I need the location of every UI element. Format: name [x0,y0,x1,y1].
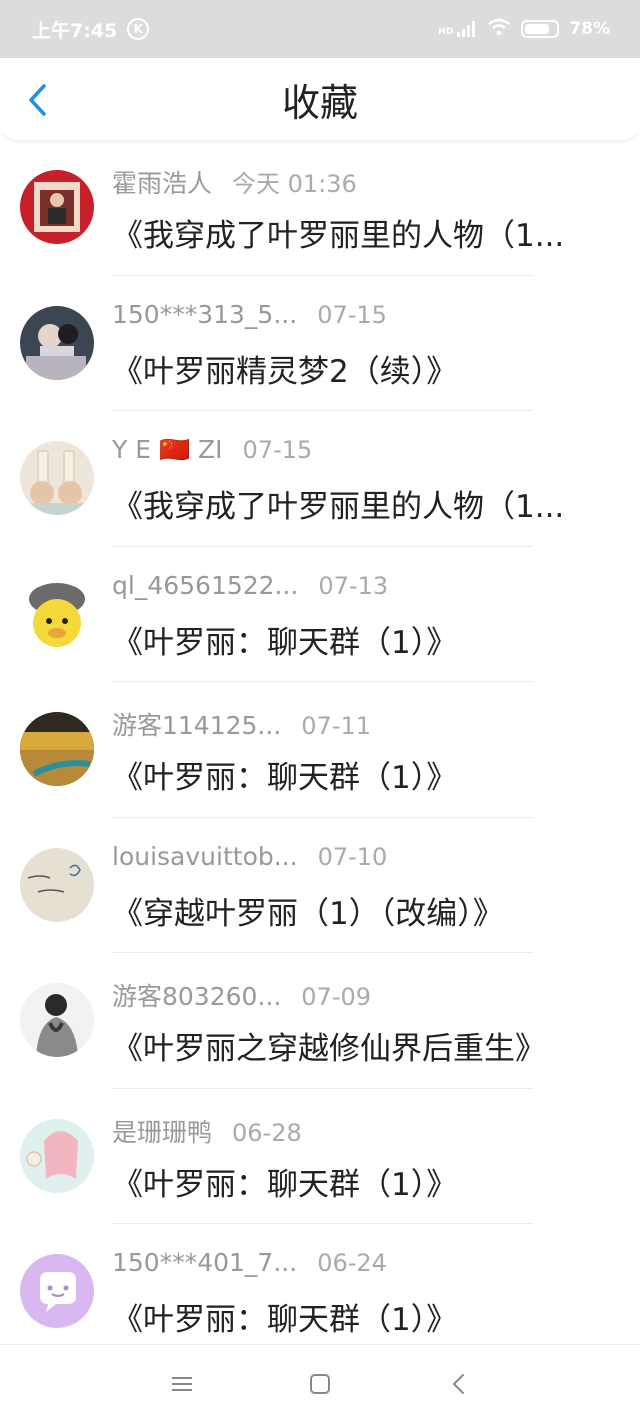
back-triangle-icon [453,1373,464,1394]
battery-percent: 78% [569,19,610,39]
story-title[interactable]: 《叶罗丽之穿越修仙界后重生》 [112,1023,612,1068]
item-meta: louisavuittob... 07-10 [112,842,387,871]
author-name[interactable]: 150***313_5... [112,300,297,329]
item-time: 06-28 [232,1118,302,1147]
author-name[interactable]: 150***401_7... [112,1248,297,1277]
author-name[interactable]: 游客114125... [112,706,281,742]
item-meta: ql_46561522... 07-13 [112,571,388,600]
avatar[interactable] [20,576,94,651]
system-back-button[interactable] [443,1369,473,1399]
item-time: 07-13 [318,571,389,600]
item-time: 07-09 [301,983,372,1011]
author-name[interactable]: Y E 🇨🇳 ZI [112,435,223,465]
item-time: 今天 01:36 [232,170,357,198]
list-item[interactable]: 游客114125... 07-11 《叶罗丽：聊天群（1）》 [0,682,640,818]
avatar[interactable] [20,1254,94,1328]
item-meta: 150***313_5... 07-15 [112,300,387,329]
item-meta: 霍雨浩人 今天 01:36 [112,164,357,200]
avatar[interactable] [20,712,94,786]
avatar[interactable] [20,983,94,1057]
story-title[interactable]: 《叶罗丽：聊天群（1）》 [112,752,612,797]
status-bar-right: HD 78% [438,18,610,41]
list-item[interactable]: Y E 🇨🇳 ZI 07-15 《我穿成了叶罗丽里的人物（1... [0,411,640,547]
avatar[interactable] [20,847,94,922]
item-time: 07-10 [317,842,388,871]
signal-icon: HD [438,21,477,37]
list-item[interactable]: 150***313_5... 07-15 《叶罗丽精灵梦2（续）》 [0,276,640,411]
list-item[interactable]: ql_46561522... 07-13 《叶罗丽：聊天群（1）》 [0,547,640,682]
avatar[interactable] [20,305,94,380]
item-meta: 150***401_7... 06-24 [112,1248,387,1277]
favorites-list: 霍雨浩人 今天 01:36 《我穿成了叶罗丽里的人物（1... 150***31… [0,140,640,1360]
story-title[interactable]: 《叶罗丽：聊天群（1）》 [112,1159,612,1204]
author-name[interactable]: 游客803260... [112,977,281,1013]
menu-icon [172,1376,192,1391]
menu-button[interactable] [167,1369,197,1399]
item-meta: 是珊珊鸭 06-28 [112,1113,302,1149]
story-title[interactable]: 《我穿成了叶罗丽里的人物（1... [112,481,612,526]
item-meta: 游客114125... 07-11 [112,706,371,742]
battery-icon [521,20,560,38]
item-time: 07-15 [242,436,313,464]
author-name[interactable]: 霍雨浩人 [112,164,212,200]
status-time: 上午7:45 [32,19,118,42]
home-button[interactable] [305,1369,335,1399]
wifi-icon [487,18,511,41]
status-bar: 上午7:45 K HD 78% [0,0,640,58]
network-label: HD [438,27,454,37]
item-time: 06-24 [317,1249,387,1277]
item-time: 07-15 [317,300,387,329]
list-item[interactable]: 霍雨浩人 今天 01:36 《我穿成了叶罗丽里的人物（1... [0,140,640,276]
chevron-left-icon [29,84,46,116]
story-title[interactable]: 《我穿成了叶罗丽里的人物（1... [112,210,612,255]
item-time: 07-11 [301,712,372,740]
author-name[interactable]: 是珊珊鸭 [112,1113,212,1149]
author-name[interactable]: louisavuittob... [112,842,298,871]
battery-fill [525,24,549,34]
item-meta: 游客803260... 07-09 [112,977,371,1013]
page-title: 收藏 [281,80,358,125]
story-title[interactable]: 《叶罗丽精灵梦2（续）》 [112,346,612,391]
list-item[interactable]: 游客803260... 07-09 《叶罗丽之穿越修仙界后重生》 [0,953,640,1089]
story-title[interactable]: 《叶罗丽：聊天群（1）》 [112,617,612,662]
status-bar-left: 上午7:45 K [32,16,150,43]
avatar[interactable] [20,1118,94,1193]
item-meta: Y E 🇨🇳 ZI 07-15 [112,435,312,465]
header: 收藏 [0,58,640,140]
list-item[interactable]: 150***401_7... 06-24 《叶罗丽：聊天群（1）》 [0,1224,640,1360]
story-title[interactable]: 《穿越叶罗丽（1）（改编）》 [112,888,612,933]
story-title[interactable]: 《叶罗丽：聊天群（1）》 [112,1294,612,1339]
k-badge-icon: K [127,18,150,40]
home-square-icon [310,1373,330,1394]
back-button[interactable] [22,82,52,118]
list-item[interactable]: louisavuittob... 07-10 《穿越叶罗丽（1）（改编）》 [0,818,640,953]
list-item[interactable]: 是珊珊鸭 06-28 《叶罗丽：聊天群（1）》 [0,1089,640,1224]
system-nav-bar [0,1344,640,1422]
author-name[interactable]: ql_46561522... [112,571,298,600]
avatar[interactable] [20,170,94,244]
avatar[interactable] [20,441,94,515]
